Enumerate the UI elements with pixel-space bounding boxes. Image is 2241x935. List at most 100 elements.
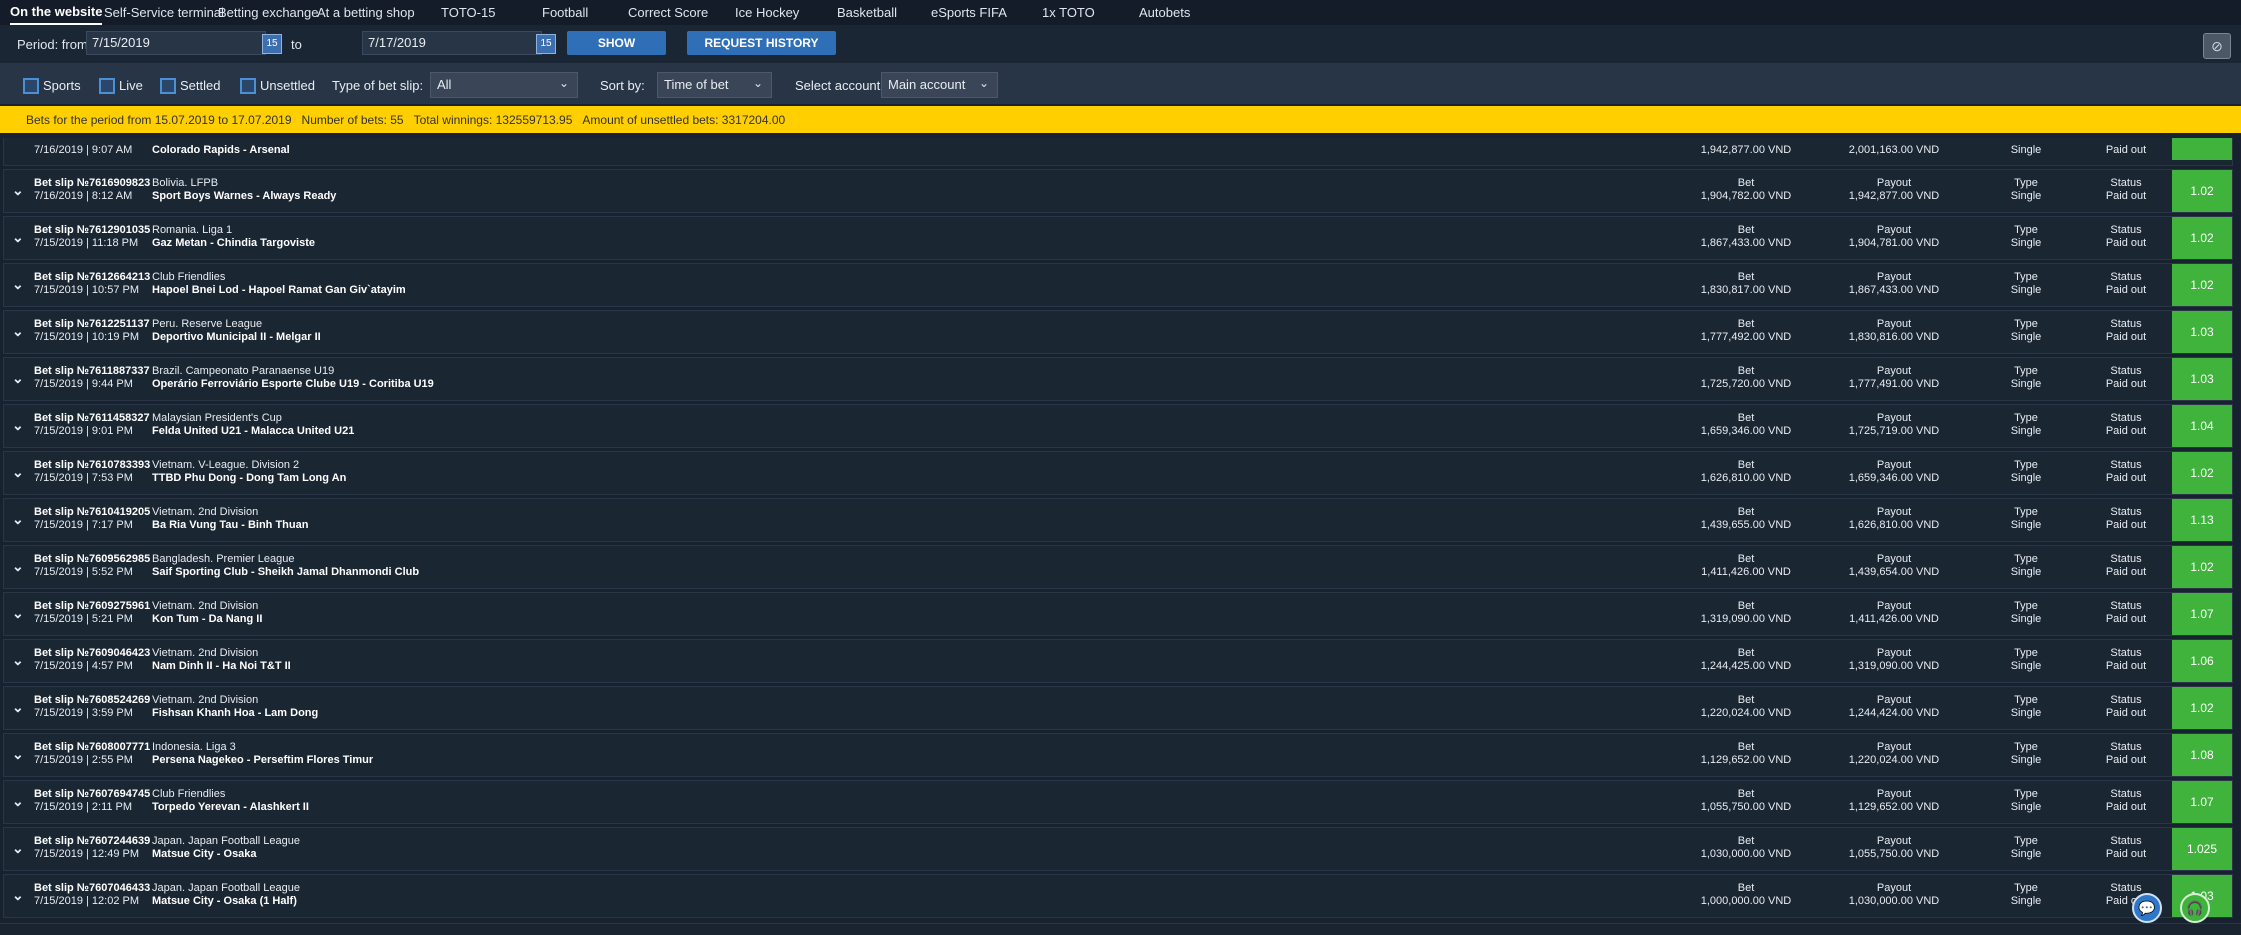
chevron-down-icon[interactable]: ⌄ (12, 464, 24, 481)
bet-datetime: 7/15/2019 | 7:53 PM (34, 472, 133, 484)
chevron-down-icon[interactable]: ⌄ (12, 323, 24, 340)
bet-league: Vietnam. 2nd Division (152, 694, 259, 706)
chevron-down-icon[interactable]: ⌄ (12, 746, 24, 763)
tab-basketball[interactable]: Basketball (837, 0, 897, 25)
tab-betting-exchange[interactable]: Betting exchange (218, 0, 318, 25)
bet-row[interactable]: ⌄ Bet slip №7609046423 7/15/2019 | 4:57 PM… (3, 639, 2233, 683)
bet-match: Persena Nagekeo - Perseftim Flores Timur (152, 754, 374, 766)
bet-slip-number: Bet slip №7607046433 (34, 882, 151, 894)
bet-amount: 1,725,720.00 VND (1700, 378, 1792, 390)
chevron-down-icon[interactable]: ⌄ (12, 417, 24, 434)
bet-odds: 1.03 (2172, 358, 2232, 400)
chevron-down-icon[interactable]: ⌄ (12, 793, 24, 810)
chevron-down-icon[interactable]: ⌄ (12, 887, 24, 904)
payout-label: Payout (1876, 224, 1912, 236)
type-of-bet-slip-select[interactable]: All ⌄ (430, 72, 578, 98)
bet-amount: 1,659,346.00 VND (1700, 425, 1792, 437)
live-checkbox[interactable] (99, 78, 115, 94)
chat-icon[interactable]: 💬 (2132, 893, 2162, 923)
tab-toto-15[interactable]: TOTO-15 (441, 0, 495, 25)
payout-label: Payout (1876, 882, 1912, 894)
chevron-down-icon[interactable]: ⌄ (12, 370, 24, 387)
bet-odds: 1.02 (2172, 170, 2232, 212)
unsettled-checkbox[interactable] (240, 78, 256, 94)
bet-row[interactable]: ⌄ Bet slip №7609562985 7/15/2019 | 5:52 PM… (3, 545, 2233, 589)
chevron-down-icon[interactable]: ⌄ (12, 840, 24, 857)
show-button[interactable]: SHOW (567, 31, 666, 55)
bet-row[interactable]: ⌄ Bet slip №7612251137 7/15/2019 | 10:19 P… (3, 310, 2233, 354)
bet-row[interactable]: ⌄ Bet slip №7607046433 7/15/2019 | 12:02 P… (3, 874, 2233, 918)
bet-slip-number: Bet slip №7607694745 (34, 788, 151, 800)
period-to-label: to (291, 37, 302, 52)
date-from-input[interactable]: 7/15/2019 (86, 31, 266, 55)
bet-row-partial[interactable]: 7/16/2019 | 9:07 AM Colorado Rapids - Ar… (3, 138, 2233, 166)
bet-row[interactable]: ⌄ Bet slip №7611887337 7/15/2019 | 9:44 PM… (3, 357, 2233, 401)
sort-by-select[interactable]: Time of bet ⌄ (657, 72, 772, 98)
headset-icon[interactable]: 🎧 (2180, 893, 2210, 923)
bet-datetime: 7/15/2019 | 10:19 PM (34, 331, 139, 343)
chevron-down-icon[interactable]: ⌄ (12, 699, 24, 716)
tab-betting-shop[interactable]: At a betting shop (317, 0, 415, 25)
bet-slip-number: Bet slip №7616909823 (34, 177, 151, 189)
tab-football[interactable]: Football (542, 0, 588, 25)
chevron-down-icon[interactable]: ⌄ (12, 276, 24, 293)
bet-amount: 1,129,652.00 VND (1700, 754, 1792, 766)
bet-row[interactable]: ⌄ Bet slip №7608524269 7/15/2019 | 3:59 PM… (3, 686, 2233, 730)
tab-correct-score[interactable]: Correct Score (628, 0, 708, 25)
bet-status: Paid out (2105, 801, 2147, 813)
chevron-down-icon[interactable]: ⌄ (12, 229, 24, 246)
bet-row[interactable]: ⌄ Bet slip №7607244639 7/15/2019 | 12:49 P… (3, 827, 2233, 871)
bet-league: Japan. Japan Football League (152, 835, 301, 847)
tab-on-the-website[interactable]: On the website (10, 0, 103, 25)
settled-checkbox[interactable] (160, 78, 176, 94)
bet-league: Vietnam. 2nd Division (152, 506, 259, 518)
bet-match: Sport Boys Warnes - Always Ready (152, 190, 337, 202)
bet-row[interactable]: ⌄ Bet slip №7610419205 7/15/2019 | 7:17 PM… (3, 498, 2233, 542)
tab-1x-toto[interactable]: 1x TOTO (1042, 0, 1095, 25)
bet-amount-cell: Bet 1,626,810.00 VND (1686, 459, 1806, 485)
bet-payout: 1,942,877.00 VND (1848, 190, 1940, 202)
bet-row[interactable]: ⌄ Bet slip №7607694745 7/15/2019 | 2:11 PM… (3, 780, 2233, 824)
chevron-down-icon[interactable]: ⌄ (12, 605, 24, 622)
bet-datetime: 7/16/2019 | 9:07 AM (34, 144, 133, 156)
bet-label: Bet (1737, 459, 1755, 471)
bet-datetime: 7/15/2019 | 12:49 PM (34, 848, 139, 860)
bet-row[interactable]: ⌄ Bet slip №7608007771 7/15/2019 | 2:55 PM… (3, 733, 2233, 777)
bet-datetime: 7/15/2019 | 5:52 PM (34, 566, 133, 578)
bet-league: Peru. Reserve League (152, 318, 263, 330)
date-to-input[interactable]: 7/17/2019 (362, 31, 542, 55)
payout-label: Payout (1876, 506, 1912, 518)
calendar-icon[interactable]: 15 (262, 34, 282, 54)
bet-payout: 1,904,781.00 VND (1848, 237, 1940, 249)
bet-payout-cell: Payout 1,942,877.00 VND (1834, 177, 1954, 203)
type-label: Type (2014, 788, 2038, 800)
type-label: Type (2014, 271, 2038, 283)
bet-status: Paid out (2105, 613, 2147, 625)
bet-row[interactable]: ⌄ Bet slip №7612664213 7/15/2019 | 10:57 P… (3, 263, 2233, 307)
chevron-down-icon[interactable]: ⌄ (12, 182, 24, 199)
payout-label: Payout (1876, 365, 1912, 377)
chevron-down-icon[interactable]: ⌄ (12, 652, 24, 669)
sports-checkbox[interactable] (23, 78, 39, 94)
chevron-down-icon[interactable]: ⌄ (12, 511, 24, 528)
tab-self-service-terminal[interactable]: Self-Service terminal (104, 0, 224, 25)
status-label: Status (2110, 835, 2142, 847)
bet-row[interactable]: ⌄ Bet slip №7611458327 7/15/2019 | 9:01 PM… (3, 404, 2233, 448)
bet-row[interactable]: ⌄ Bet slip №7612901035 7/15/2019 | 11:18 P… (3, 216, 2233, 260)
bet-row[interactable]: ⌄ Bet slip №7610783393 7/15/2019 | 7:53 PM… (3, 451, 2233, 495)
eye-off-icon[interactable]: ⊘ (2203, 33, 2231, 59)
tab-esports-fifa[interactable]: eSports FIFA (931, 0, 1007, 25)
request-history-button[interactable]: REQUEST HISTORY (687, 31, 836, 55)
tab-ice-hockey[interactable]: Ice Hockey (735, 0, 799, 25)
bet-row[interactable]: ⌄ Bet slip №7609275961 7/15/2019 | 5:21 PM… (3, 592, 2233, 636)
bet-payout: 1,319,090.00 VND (1848, 660, 1940, 672)
bet-status: Paid out (2105, 472, 2147, 484)
tab-autobets[interactable]: Autobets (1139, 0, 1190, 25)
status-label: Status (2110, 788, 2142, 800)
chevron-down-icon[interactable]: ⌄ (12, 558, 24, 575)
bet-payout: 1,030,000.00 VND (1848, 895, 1940, 907)
bet-row[interactable]: ⌄ Bet slip №7616909823 7/16/2019 | 8:12 AM… (3, 169, 2233, 213)
select-account-select[interactable]: Main account ⌄ (881, 72, 998, 98)
calendar-icon[interactable]: 15 (536, 34, 556, 54)
bet-payout: 1,129,652.00 VND (1848, 801, 1940, 813)
